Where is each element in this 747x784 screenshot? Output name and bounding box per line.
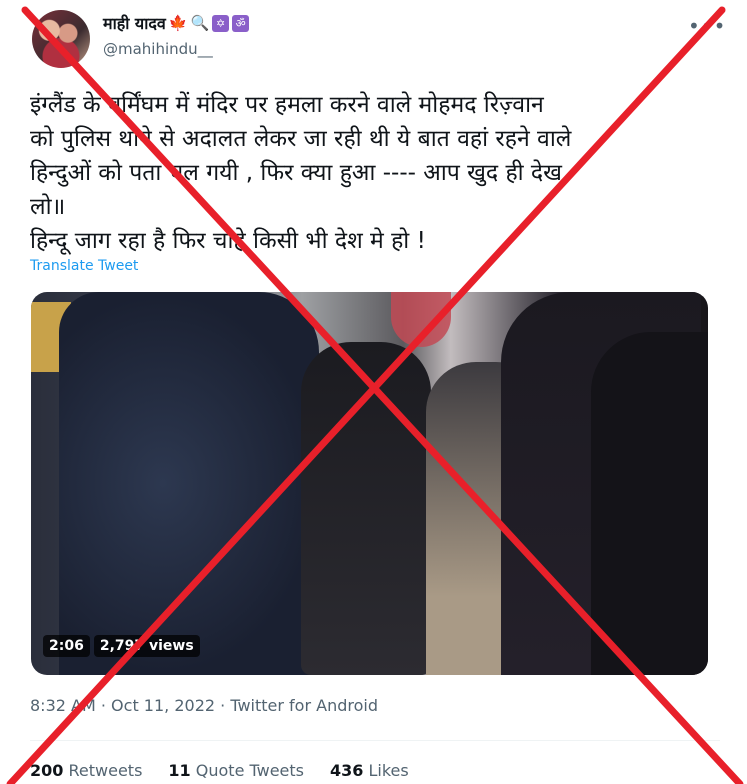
likes-stat[interactable]: 436 Likes bbox=[330, 761, 409, 780]
video-frame-person bbox=[591, 332, 708, 675]
video-views: 2,797 views bbox=[93, 635, 200, 657]
retweets-label: Retweets bbox=[68, 761, 143, 780]
meta-separator: · bbox=[220, 696, 226, 715]
meta-separator: · bbox=[100, 696, 106, 715]
tweet-source: Twitter for Android bbox=[230, 696, 378, 715]
video-duration: 2:06 bbox=[43, 635, 90, 657]
video-frame-background bbox=[391, 292, 451, 347]
tweet-text: इंग्लैंड के बर्मिंघम में मंदिर पर हमला क… bbox=[30, 88, 720, 258]
tweet-line: इंग्लैंड के बर्मिंघम में मंदिर पर हमला क… bbox=[30, 92, 544, 118]
likes-label: Likes bbox=[368, 761, 409, 780]
retweets-stat[interactable]: 200 Retweets bbox=[30, 761, 142, 780]
avatar[interactable] bbox=[32, 10, 90, 68]
tweet-date[interactable]: Oct 11, 2022 bbox=[111, 696, 215, 715]
om-icon: ॐ bbox=[232, 14, 250, 32]
author-name-row[interactable]: माही यादव 🍁 🔍 ✡ ॐ bbox=[103, 12, 250, 34]
engagement-stats: 200 Retweets 11 Quote Tweets 436 Likes bbox=[30, 761, 409, 780]
tweet-line: हिन्दू जाग रहा है फिर चाहे किसी भी देश म… bbox=[30, 228, 426, 254]
likes-count: 436 bbox=[330, 761, 364, 780]
divider bbox=[30, 740, 720, 741]
tweet-line: को पुलिस थाने से अदालत लेकर जा रही थी ये… bbox=[30, 126, 572, 152]
retweets-count: 200 bbox=[30, 761, 64, 780]
star-of-david-icon: ✡ bbox=[212, 14, 230, 32]
video-frame-person bbox=[301, 342, 431, 675]
user-handle[interactable]: @mahihindu__ bbox=[103, 40, 213, 58]
tweet-card: माही यादव 🍁 🔍 ✡ ॐ @mahihindu__ ••• इंग्ल… bbox=[0, 0, 747, 784]
tweet-meta: 8:32 AM · Oct 11, 2022 · Twitter for And… bbox=[30, 696, 378, 715]
tweet-line: लो॥ bbox=[30, 194, 66, 220]
quote-tweets-count: 11 bbox=[168, 761, 191, 780]
quote-tweets-stat[interactable]: 11 Quote Tweets bbox=[168, 761, 304, 780]
more-horizontal-icon[interactable]: ••• bbox=[688, 14, 726, 38]
translate-tweet-link[interactable]: Translate Tweet bbox=[30, 258, 138, 274]
magnifier-icon: 🔍 bbox=[190, 13, 210, 32]
tweet-time[interactable]: 8:32 AM bbox=[30, 696, 96, 715]
maple-leaf-icon: 🍁 bbox=[168, 13, 188, 32]
video-player[interactable]: 2:06 2,797 views bbox=[31, 292, 708, 675]
display-name[interactable]: माही यादव bbox=[103, 12, 166, 34]
video-frame-person bbox=[59, 292, 319, 675]
quote-tweets-label: Quote Tweets bbox=[195, 761, 304, 780]
tweet-line: हिन्दुओं को पता चल गयी , फिर क्या हुआ --… bbox=[30, 160, 562, 186]
video-badges: 2:06 2,797 views bbox=[43, 635, 200, 657]
